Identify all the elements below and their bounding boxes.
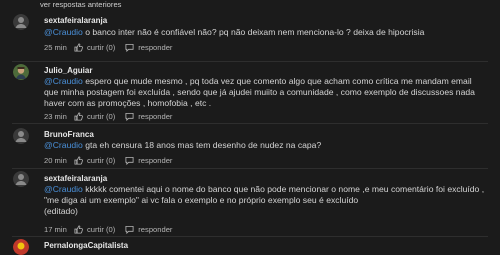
reply-label: responder — [138, 156, 173, 165]
comment-item: sextafeiralaranja @Craudio kkkkk comente… — [0, 169, 500, 237]
like-button[interactable]: curtir (0) — [74, 156, 115, 165]
comment-text: @Craudio espero que mude mesmo , pq toda… — [44, 76, 486, 108]
comment-timestamp: 23 min — [44, 112, 67, 121]
speech-bubble-icon — [125, 43, 134, 52]
comment-author[interactable]: sextafeiralaranja — [44, 174, 107, 184]
reply-label: responder — [138, 225, 173, 234]
user-mention[interactable]: @Craudio — [44, 184, 83, 194]
like-button[interactable]: curtir (0) — [74, 225, 115, 234]
like-button[interactable]: curtir (0) — [74, 112, 115, 121]
comment-timestamp: 25 min — [44, 43, 67, 52]
comment-author[interactable]: Julio_Aguiar — [44, 66, 92, 76]
like-label: curtir (0) — [87, 43, 116, 52]
avatar[interactable] — [13, 171, 29, 187]
comment-text: @Craudio o banco inter não é confiável n… — [44, 27, 486, 38]
edited-label: (editado) — [44, 205, 78, 216]
comment-body: gta eh censura 18 anos mas tem desenho d… — [82, 140, 322, 150]
comment-author[interactable]: BrunoFranca — [44, 130, 94, 140]
comment-body: o banco inter não é confiável não? pq nã… — [82, 27, 425, 37]
reply-label: responder — [138, 43, 173, 52]
comment-actions: 25 min curtir (0) responder — [44, 42, 172, 53]
user-mention[interactable]: @Craudio — [44, 140, 83, 150]
thumbs-up-icon — [74, 112, 83, 121]
comment-actions: 23 min curtir (0) responder — [44, 111, 172, 122]
speech-bubble-icon — [125, 156, 134, 165]
thumbs-up-icon — [74, 43, 83, 52]
reply-label: responder — [138, 112, 173, 121]
like-label: curtir (0) — [87, 225, 116, 234]
comment-item: PernalongaCapitalista — [0, 237, 500, 255]
reply-button[interactable]: responder — [125, 156, 172, 165]
comment-item: Julio_Aguiar @Craudio espero que mude me… — [0, 62, 500, 124]
speech-bubble-icon — [125, 225, 134, 234]
comment-item: BrunoFranca @Craudio gta eh censura 18 a… — [0, 124, 500, 169]
comment-body: espero que mude mesmo , pq toda vez que … — [44, 76, 475, 108]
speech-bubble-icon — [125, 112, 134, 121]
like-button[interactable]: curtir (0) — [74, 43, 115, 52]
comment-body: kkkkk comentei aqui o nome do banco que … — [44, 184, 485, 205]
comment-item: sextafeiralaranja @Craudio o banco inter… — [0, 0, 500, 62]
reply-button[interactable]: responder — [125, 112, 172, 121]
like-label: curtir (0) — [87, 112, 116, 121]
comment-author[interactable]: PernalongaCapitalista — [44, 241, 128, 251]
comment-timestamp: 20 min — [44, 156, 67, 165]
thumbs-up-icon — [74, 225, 83, 234]
thumbs-up-icon — [74, 156, 83, 165]
avatar[interactable] — [13, 64, 29, 80]
comment-timestamp: 17 min — [44, 225, 67, 234]
comment-author[interactable]: sextafeiralaranja — [44, 16, 107, 26]
avatar[interactable] — [13, 14, 29, 30]
like-label: curtir (0) — [87, 156, 116, 165]
comment-actions: 20 min curtir (0) responder — [44, 155, 172, 166]
comment-text: @Craudio kkkkk comentei aqui o nome do b… — [44, 184, 486, 216]
reply-button[interactable]: responder — [125, 225, 172, 234]
reply-button[interactable]: responder — [125, 43, 172, 52]
comment-actions: 17 min curtir (0) responder — [44, 224, 172, 235]
avatar[interactable] — [13, 239, 29, 255]
comment-text: @Craudio gta eh censura 18 anos mas tem … — [44, 140, 486, 151]
user-mention[interactable]: @Craudio — [44, 76, 83, 86]
avatar[interactable] — [13, 128, 29, 144]
user-mention[interactable]: @Craudio — [44, 27, 83, 37]
